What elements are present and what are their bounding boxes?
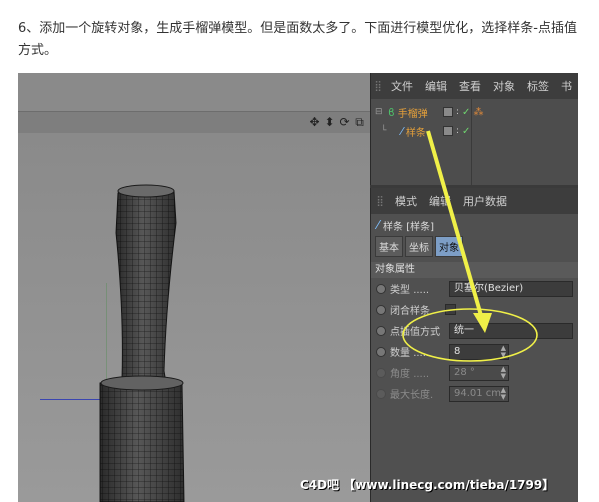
instruction-text: 6、添加一个旋转对象，生成手榴弹模型。但是面数太多了。下面进行模型优化，选择样条… bbox=[18, 21, 577, 58]
annotation-overlay bbox=[402, 130, 538, 362]
annotation-arrow bbox=[426, 130, 484, 320]
c4d-screenshot: ✥ ⬍ ⟳ ⧉ ⣿ 文件 编辑 查看 对象 标签 书 ⊟ ϐ 手榴弹: ✓ ⁂… bbox=[18, 73, 578, 502]
arrowhead-icon bbox=[473, 313, 492, 333]
highlight-ellipse bbox=[402, 308, 538, 362]
watermark: C4D吧 【www.linecg.com/tieba/1799】 bbox=[300, 478, 555, 492]
